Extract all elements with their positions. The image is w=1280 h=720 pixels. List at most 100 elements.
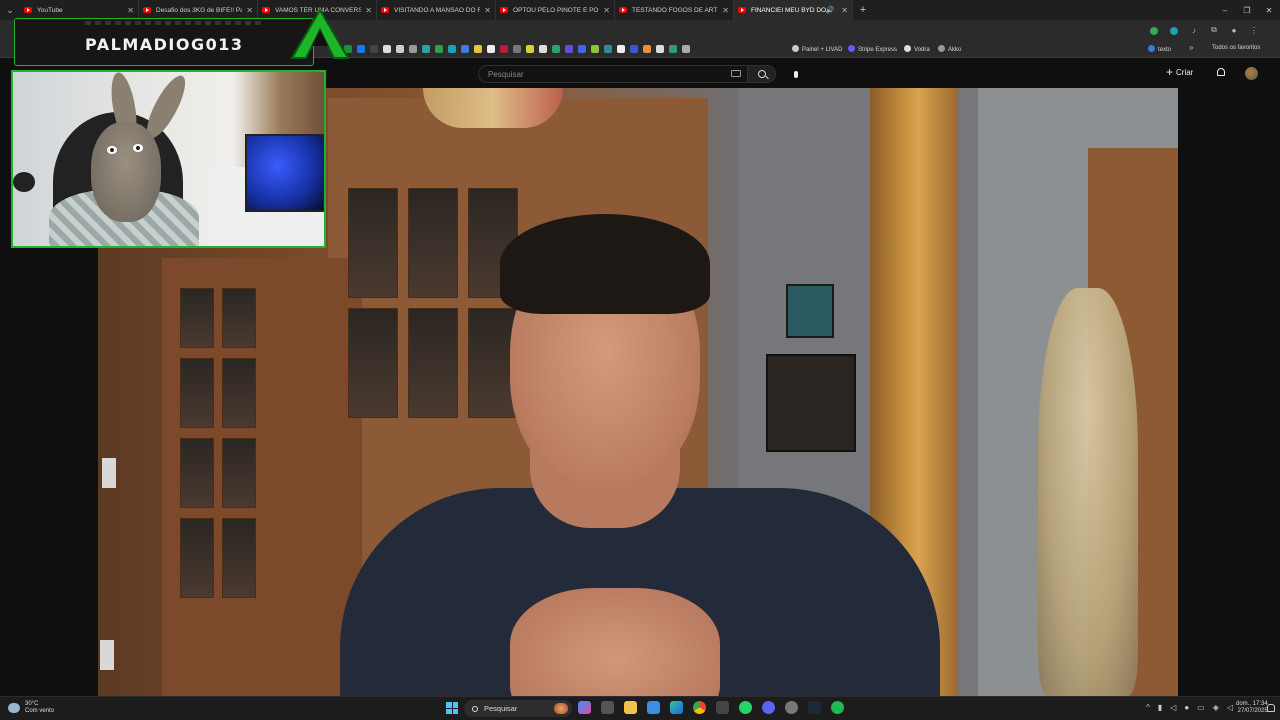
media-control-icon[interactable]: ♪ bbox=[1188, 24, 1200, 36]
bookmark-icon[interactable] bbox=[487, 45, 495, 53]
bookmark-icon[interactable] bbox=[396, 45, 404, 53]
file-explorer-icon[interactable] bbox=[624, 701, 637, 714]
bookmark-icon[interactable] bbox=[617, 45, 625, 53]
close-window-button[interactable]: ✕ bbox=[1258, 0, 1280, 20]
network-icon[interactable]: ◈ bbox=[1213, 703, 1219, 712]
extension-icon[interactable] bbox=[1168, 24, 1180, 36]
bookmark-icon[interactable] bbox=[422, 45, 430, 53]
bookmark-icon[interactable] bbox=[526, 45, 534, 53]
tab-close-icon[interactable]: ✕ bbox=[365, 6, 372, 15]
battery-icon[interactable]: ▮ bbox=[1158, 703, 1162, 712]
bookmark-texto[interactable]: texto bbox=[1148, 45, 1171, 53]
copilot-icon[interactable] bbox=[578, 701, 591, 714]
bookmark-icon[interactable] bbox=[630, 45, 638, 53]
bookmark-painel[interactable]: Painel + LIVAD bbox=[792, 45, 842, 53]
weather-widget[interactable]: 30°C Com vento bbox=[8, 701, 54, 715]
tab-close-icon[interactable]: ✕ bbox=[484, 6, 491, 15]
tab-close-icon[interactable]: ✕ bbox=[127, 6, 134, 15]
streamer-name: PALMADIOG013 bbox=[85, 35, 244, 54]
bookmark-icon[interactable] bbox=[409, 45, 417, 53]
tab-close-icon[interactable]: ✕ bbox=[603, 6, 610, 15]
display-icon[interactable]: ▭ bbox=[1197, 703, 1205, 712]
volume-icon[interactable]: ◁ bbox=[1170, 703, 1176, 712]
browser-tab[interactable]: VISITANDO A MANSÃO DO R ✕ bbox=[377, 0, 496, 20]
store-icon[interactable] bbox=[647, 701, 660, 714]
bookmark-stripe[interactable]: Stripe Express bbox=[848, 45, 897, 53]
avatar[interactable] bbox=[1245, 67, 1258, 80]
bookmark-icon[interactable] bbox=[578, 45, 586, 53]
tab-close-icon[interactable]: ✕ bbox=[841, 6, 848, 15]
x-icon[interactable] bbox=[370, 45, 378, 53]
bookmarks-more-icon[interactable]: » bbox=[1189, 43, 1193, 52]
bookmark-icon[interactable] bbox=[448, 45, 456, 53]
browser-tab-strip: ⌄ YouTube ✕ Desafio dos 3KG de BIFE!! Par… bbox=[0, 0, 1280, 20]
bookmark-icon[interactable] bbox=[565, 45, 573, 53]
extensions-puzzle-icon[interactable]: ⧉ bbox=[1208, 24, 1220, 36]
windows-start-icon[interactable] bbox=[446, 702, 458, 714]
video-presenter bbox=[320, 158, 940, 696]
profile-icon[interactable]: ● bbox=[1228, 24, 1240, 36]
microphone-icon[interactable]: ● bbox=[1184, 703, 1189, 712]
bookmark-icon[interactable] bbox=[500, 45, 508, 53]
browser-tab[interactable]: TESTANDO FOGOS DE ARTIFÍC✕ bbox=[615, 0, 734, 20]
tab-close-icon[interactable]: ✕ bbox=[246, 6, 253, 15]
system-tray: ^ ▮ ◁ ● ▭ ◈ ◁ bbox=[1146, 703, 1233, 712]
new-tab-button[interactable]: + bbox=[853, 4, 873, 16]
bookmark-icon[interactable] bbox=[383, 45, 391, 53]
streamer-logo-icon bbox=[290, 8, 350, 59]
facebook-icon[interactable] bbox=[357, 45, 365, 53]
toolbar-icons: ♪ ⧉ ● ⋮ bbox=[1148, 24, 1260, 36]
create-button[interactable]: + Criar bbox=[1166, 66, 1193, 78]
browser-tab[interactable]: YouTube ✕ bbox=[20, 0, 139, 20]
discord-icon[interactable] bbox=[762, 701, 775, 714]
bookmark-icon[interactable] bbox=[552, 45, 560, 53]
bookmark-icon[interactable] bbox=[435, 45, 443, 53]
tab-search-icon[interactable]: ⌄ bbox=[0, 0, 20, 20]
bookmark-icon[interactable] bbox=[513, 45, 521, 53]
bookmark-icon[interactable] bbox=[643, 45, 651, 53]
mail-icon[interactable] bbox=[716, 701, 729, 714]
restore-button[interactable]: ❐ bbox=[1236, 0, 1258, 20]
taskbar-search[interactable]: Pesquisar bbox=[464, 700, 572, 717]
browser-tab-active[interactable]: FINANCIEI MEU BYD DOLPH🔊✕ bbox=[734, 0, 853, 20]
search-input[interactable]: Pesquisar bbox=[478, 65, 748, 83]
bookmark-icon[interactable] bbox=[656, 45, 664, 53]
spotify-icon[interactable] bbox=[831, 701, 844, 714]
search-highlight-icon bbox=[554, 703, 568, 714]
task-view-icon[interactable] bbox=[601, 701, 614, 714]
menu-dots-icon[interactable]: ⋮ bbox=[1248, 24, 1260, 36]
speaker-icon[interactable]: 🔊 bbox=[826, 6, 835, 14]
bookmark-icon[interactable] bbox=[539, 45, 547, 53]
minimize-button[interactable]: – bbox=[1214, 0, 1236, 20]
chevron-up-icon[interactable]: ^ bbox=[1146, 703, 1150, 712]
steam-icon[interactable] bbox=[808, 701, 821, 714]
whatsapp-icon[interactable] bbox=[739, 701, 752, 714]
voice-search-button[interactable] bbox=[788, 67, 804, 81]
search-icon bbox=[472, 705, 478, 712]
edge-icon[interactable] bbox=[670, 701, 683, 714]
bookmark-icon[interactable] bbox=[461, 45, 469, 53]
bookmark-akko[interactable]: Akko bbox=[938, 45, 961, 53]
bookmark-icon[interactable] bbox=[591, 45, 599, 53]
bookmark-icon[interactable] bbox=[474, 45, 482, 53]
tab-close-icon[interactable]: ✕ bbox=[722, 6, 729, 15]
bookmark-icon[interactable] bbox=[682, 45, 690, 53]
microphone-icon bbox=[13, 172, 35, 192]
notifications-button[interactable] bbox=[1216, 68, 1226, 78]
youtube-favicon-icon bbox=[24, 7, 32, 13]
bookmark-icon[interactable] bbox=[604, 45, 612, 53]
all-bookmarks-folder[interactable]: Todos os favoritos bbox=[1212, 45, 1260, 51]
bookmark-icon[interactable] bbox=[669, 45, 677, 53]
browser-tab[interactable]: OPTOU PELO PINOTE É POUCA✕ bbox=[496, 0, 615, 20]
chrome-icon[interactable] bbox=[693, 701, 706, 714]
speaker-icon[interactable]: ◁ bbox=[1227, 703, 1233, 712]
settings-gear-icon[interactable] bbox=[785, 701, 798, 714]
browser-tab[interactable]: Desafio dos 3KG de BIFE!! Parr ✕ bbox=[139, 0, 258, 20]
extension-green-icon[interactable] bbox=[1148, 24, 1160, 36]
donkey-mask bbox=[91, 122, 161, 222]
notification-bell-icon[interactable] bbox=[1267, 704, 1275, 712]
system-clock[interactable]: dom., 17:34 27/07/2025 bbox=[1236, 701, 1268, 715]
bookmark-vodra[interactable]: Vodra bbox=[904, 45, 930, 53]
search-button[interactable] bbox=[748, 65, 776, 83]
keyboard-icon[interactable] bbox=[731, 70, 741, 77]
